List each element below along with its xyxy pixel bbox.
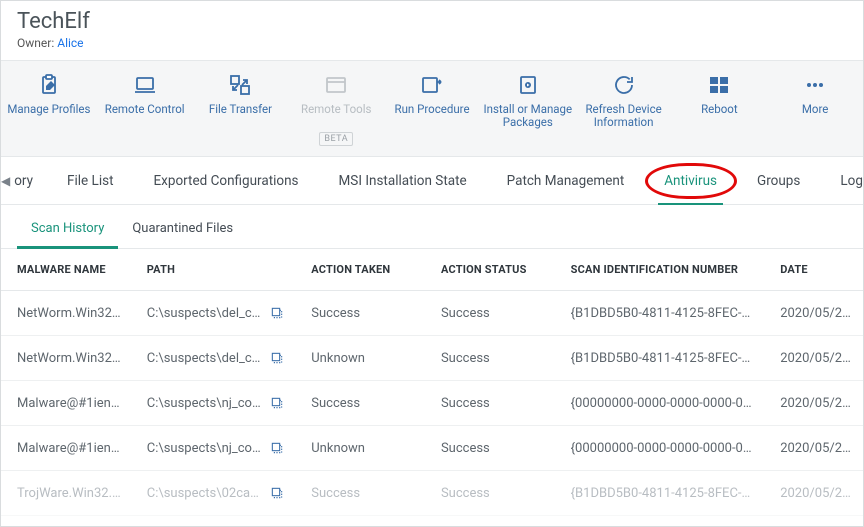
cell-malware: NetWorm.Win32....	[1, 336, 131, 381]
table-row[interactable]: TrojWare.Win32.C... C:\suspects\02ca43..…	[1, 471, 863, 516]
action-toolbar: Manage Profiles Remote Control File Tran…	[1, 60, 863, 157]
owner-label: Owner:	[17, 36, 54, 50]
toolbar-label: More	[802, 103, 829, 129]
subtab-scan-history[interactable]: Scan History	[17, 209, 118, 248]
toolbar-run-procedure[interactable]: Run Procedure	[384, 69, 480, 133]
tab-exported-configs[interactable]: Exported Configurations	[134, 157, 319, 204]
cell-action: Unknown	[295, 336, 425, 381]
cell-scanid: {B1DBD5B0-4811-4125-8FEC-F53...	[555, 336, 765, 381]
browser-icon	[324, 73, 348, 97]
toolbar-remote-control[interactable]: Remote Control	[97, 69, 193, 133]
subtab-quarantined[interactable]: Quarantined Files	[118, 209, 247, 248]
copy-icon[interactable]	[269, 305, 285, 321]
sub-tabs: Scan HistoryQuarantined Files	[1, 205, 863, 249]
cell-date: 2020/05/20 ...	[764, 291, 863, 336]
cell-path: C:\suspects\02ca43...	[131, 471, 295, 516]
tab-truncated[interactable]: ory	[10, 157, 47, 204]
page-title: TechElf	[17, 9, 847, 34]
cell-malware: TrojWare.Win32.C...	[1, 471, 131, 516]
toolbar-label: Remote Tools	[301, 103, 371, 129]
clipboard-pencil-icon	[37, 73, 61, 97]
toolbar-label: Reboot	[701, 103, 738, 129]
cell-status: Success	[425, 336, 555, 381]
toolbar-remote-tools: Remote Tools BETA	[288, 69, 384, 150]
toolbar-reboot[interactable]: Reboot	[671, 69, 767, 133]
tabs-scroll-left[interactable]: ◀	[1, 157, 10, 204]
toolbar-label: Manage Profiles	[7, 103, 90, 129]
toolbar-label: File Transfer	[209, 103, 272, 129]
owner-link[interactable]: Alice	[57, 36, 83, 50]
main-tabs: ◀ oryFile ListExported ConfigurationsMSI…	[1, 157, 863, 205]
toolbar-label: Remote Control	[105, 103, 185, 129]
cell-scanid: {B1DBD5B0-4811-4125-8FEC-F53...	[555, 291, 765, 336]
col-header-date[interactable]: DATE	[764, 249, 863, 291]
cell-path: C:\suspects\del_cor...	[131, 336, 295, 381]
tab-groups[interactable]: Groups	[737, 157, 820, 204]
col-header-path[interactable]: PATH	[131, 249, 295, 291]
cell-date: 2020/05/20 ...	[764, 471, 863, 516]
tab-msi-state[interactable]: MSI Installation State	[319, 157, 487, 204]
col-header-status[interactable]: ACTION STATUS	[425, 249, 555, 291]
laptop-icon	[133, 73, 157, 97]
tab-logs[interactable]: Logs	[820, 157, 864, 204]
refresh-icon	[612, 73, 636, 97]
cell-action: Success	[295, 471, 425, 516]
cell-path: C:\suspects\nj_coro...	[131, 426, 295, 471]
table-row[interactable]: NetWorm.Win32.... C:\suspects\del_cor...…	[1, 291, 863, 336]
copy-icon[interactable]	[269, 395, 285, 411]
cell-malware: Malware@#1ienp...	[1, 381, 131, 426]
cell-scanid: {00000000-0000-0000-0000-000...	[555, 381, 765, 426]
beta-badge: BETA	[319, 132, 353, 146]
transfer-icon	[228, 73, 252, 97]
tab-patch-mgmt[interactable]: Patch Management	[487, 157, 645, 204]
cell-status: Success	[425, 381, 555, 426]
col-header-action[interactable]: ACTION TAKEN	[295, 249, 425, 291]
cell-date: 2020/05/20 ...	[764, 336, 863, 381]
cell-status: Success	[425, 426, 555, 471]
cell-status: Success	[425, 471, 555, 516]
cell-action: Unknown	[295, 426, 425, 471]
cell-path: C:\suspects\nj_coro...	[131, 381, 295, 426]
cell-malware: NetWorm.Win32....	[1, 291, 131, 336]
table-row[interactable]: Malware@#1ienp... C:\suspects\nj_coro...…	[1, 381, 863, 426]
col-header-malware[interactable]: MALWARE NAME	[1, 249, 131, 291]
cell-malware: Malware@#1ienp...	[1, 426, 131, 471]
run-arrow-icon	[420, 73, 444, 97]
tab-file-list[interactable]: File List	[47, 157, 133, 204]
owner-line: Owner: Alice	[17, 36, 847, 50]
toolbar-label: Refresh DeviceInformation	[585, 103, 661, 129]
toolbar-label: Install or ManagePackages	[483, 103, 572, 129]
cell-action: Success	[295, 291, 425, 336]
toolbar-install-packages[interactable]: Install or ManagePackages	[480, 69, 576, 133]
package-play-icon	[516, 73, 540, 97]
cell-scanid: {00000000-0000-0000-0000-000...	[555, 426, 765, 471]
toolbar-refresh-info[interactable]: Refresh DeviceInformation	[576, 69, 672, 133]
tab-antivirus[interactable]: Antivirus	[644, 157, 737, 204]
col-header-scanid[interactable]: SCAN IDENTIFICATION NUMBER	[555, 249, 765, 291]
table-header-row: MALWARE NAME PATH ACTION TAKEN ACTION ST…	[1, 249, 863, 291]
cell-path: C:\suspects\del_cor...	[131, 291, 295, 336]
copy-icon[interactable]	[269, 485, 285, 501]
windows-reboot-icon	[707, 73, 731, 97]
toolbar-manage-profiles[interactable]: Manage Profiles	[1, 69, 97, 133]
cell-date: 2020/05/20 ...	[764, 426, 863, 471]
scan-history-table: MALWARE NAME PATH ACTION TAKEN ACTION ST…	[1, 249, 863, 516]
table-row[interactable]: NetWorm.Win32.... C:\suspects\del_cor...…	[1, 336, 863, 381]
cell-date: 2020/05/20 ...	[764, 381, 863, 426]
cell-status: Success	[425, 291, 555, 336]
dots-icon	[803, 73, 827, 97]
cell-action: Success	[295, 381, 425, 426]
toolbar-file-transfer[interactable]: File Transfer	[193, 69, 289, 133]
toolbar-more[interactable]: More	[767, 69, 863, 133]
copy-icon[interactable]	[269, 350, 285, 366]
toolbar-label: Run Procedure	[394, 103, 469, 129]
table-row[interactable]: Malware@#1ienp... C:\suspects\nj_coro...…	[1, 426, 863, 471]
cell-scanid: {B1DBD5B0-4811-4125-8FEC-F53...	[555, 471, 765, 516]
copy-icon[interactable]	[269, 440, 285, 456]
page-header: TechElf Owner: Alice	[1, 1, 863, 60]
